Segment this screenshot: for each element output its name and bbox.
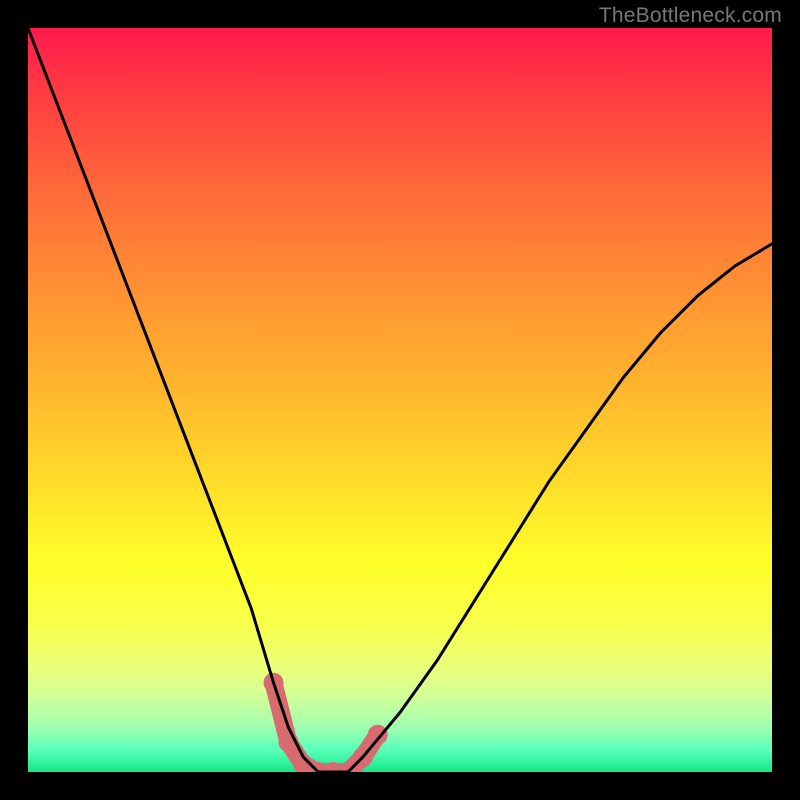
bottleneck-curve <box>28 28 772 772</box>
marker-dot <box>368 725 388 745</box>
plot-area <box>28 28 772 772</box>
watermark-text: TheBottleneck.com <box>599 4 782 28</box>
marker-group <box>264 673 388 772</box>
chart-container: { "watermark": "TheBottleneck.com", "cha… <box>0 0 800 800</box>
chart-svg <box>28 28 772 772</box>
